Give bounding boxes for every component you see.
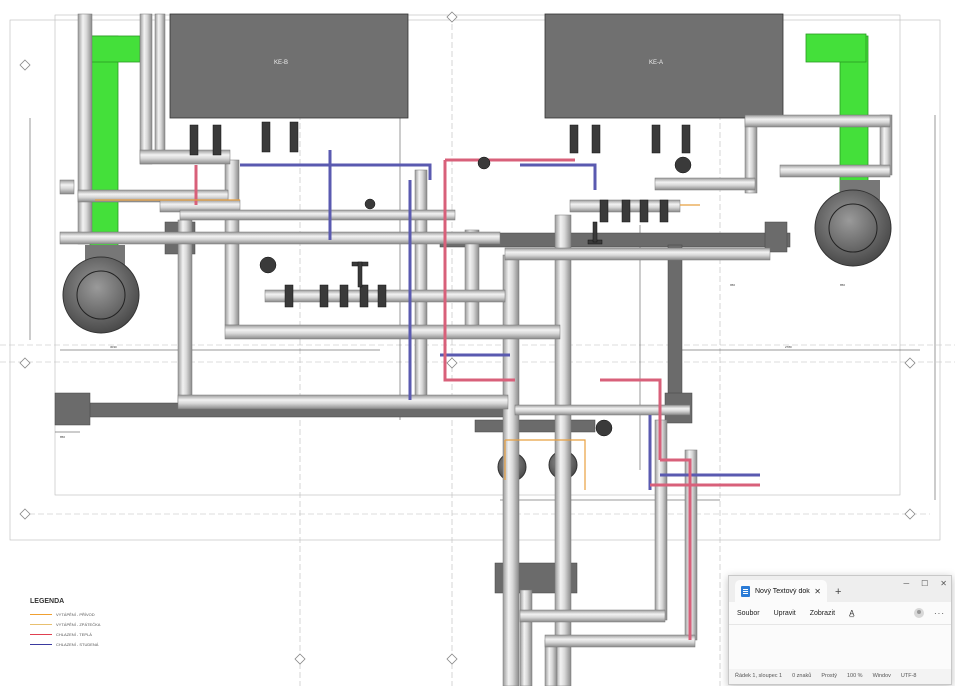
legend-item: VYTÁPĚNÍ - PŘÍVOD — [30, 609, 150, 619]
legend-title: LEGENDA — [30, 598, 65, 605]
svg-text:950: 950 — [730, 283, 735, 287]
svg-text:3030: 3030 — [110, 345, 117, 349]
ke-a-label: KE-A — [649, 60, 663, 66]
menubar-right: ··· — [914, 608, 945, 618]
pump-left — [62, 245, 140, 334]
legend-swatch — [30, 633, 52, 635]
heat-exchanger-ke-b: KE-B — [169, 13, 409, 119]
legend-swatch — [30, 643, 52, 645]
tab-title: Nový Textový dok — [755, 587, 810, 595]
status-zoom: 100 % — [846, 673, 863, 679]
status-encoding: UTF-8 — [900, 673, 917, 679]
legend-label: CHLAZENÍ - STUDENÁ — [56, 641, 99, 647]
text-editor-area[interactable] — [729, 624, 951, 669]
heat-exchanger-ke-a: KE-A — [544, 13, 784, 119]
legend-label: CHLAZENÍ - TEPLÁ — [56, 631, 92, 637]
notepad-window[interactable]: Nový Textový dok ✕ + ─ ☐ ✕ Soubor Upravi… — [728, 575, 952, 685]
legend-swatch — [30, 623, 52, 625]
legend-item: VYTÁPĚNÍ - ZPÁTEČKA — [30, 619, 150, 629]
notepad-titlebar[interactable]: Nový Textový dok ✕ + ─ ☐ ✕ — [729, 576, 951, 602]
legend: LEGENDA VYTÁPĚNÍ - PŘÍVOD VYTÁPĚNÍ - ZPÁ… — [30, 598, 150, 658]
new-tab-button[interactable]: + — [835, 586, 841, 598]
font-format-icon[interactable]: A̲ — [849, 609, 854, 618]
status-mode: Prostý — [821, 673, 837, 679]
legend-label: VYTÁPĚNÍ - PŘÍVOD — [56, 611, 95, 617]
notepad-statusbar: Řádek 1, sloupec 1 0 znaků Prostý 100 % … — [729, 669, 951, 683]
account-avatar-icon[interactable] — [914, 608, 924, 618]
legend-label: VYTÁPĚNÍ - ZPÁTEČKA — [56, 621, 101, 627]
close-button[interactable]: ✕ — [940, 579, 947, 588]
green-pipe-left — [89, 35, 141, 247]
menu-file[interactable]: Soubor — [737, 610, 760, 617]
menu-view[interactable]: Zobrazit — [810, 610, 835, 617]
svg-text:850: 850 — [840, 283, 845, 287]
maximize-button[interactable]: ☐ — [921, 579, 928, 588]
minimize-button[interactable]: ─ — [903, 579, 909, 588]
menu-edit[interactable]: Upravit — [774, 610, 796, 617]
svg-text:2780: 2780 — [785, 345, 792, 349]
legend-item: CHLAZENÍ - STUDENÁ — [30, 639, 150, 649]
status-char-count: 0 znaků — [792, 673, 812, 679]
window-controls: ─ ☐ ✕ — [903, 579, 947, 588]
status-line-ending: Windov — [872, 673, 891, 679]
pump-right — [814, 180, 892, 267]
more-options-icon[interactable]: ··· — [934, 609, 945, 618]
notepad-menubar: Soubor Upravit Zobrazit A̲ ··· — [729, 602, 951, 624]
tab-close-icon[interactable]: ✕ — [814, 587, 821, 596]
notepad-tab[interactable]: Nový Textový dok ✕ — [735, 580, 827, 602]
legend-swatch — [30, 613, 52, 615]
legend-item: CHLAZENÍ - TEPLÁ — [30, 629, 150, 639]
status-cursor-position: Řádek 1, sloupec 1 — [735, 673, 783, 679]
valves — [189, 121, 692, 437]
notepad-icon — [741, 585, 750, 597]
svg-text:850: 850 — [60, 435, 65, 439]
ke-b-label: KE-B — [274, 60, 288, 66]
